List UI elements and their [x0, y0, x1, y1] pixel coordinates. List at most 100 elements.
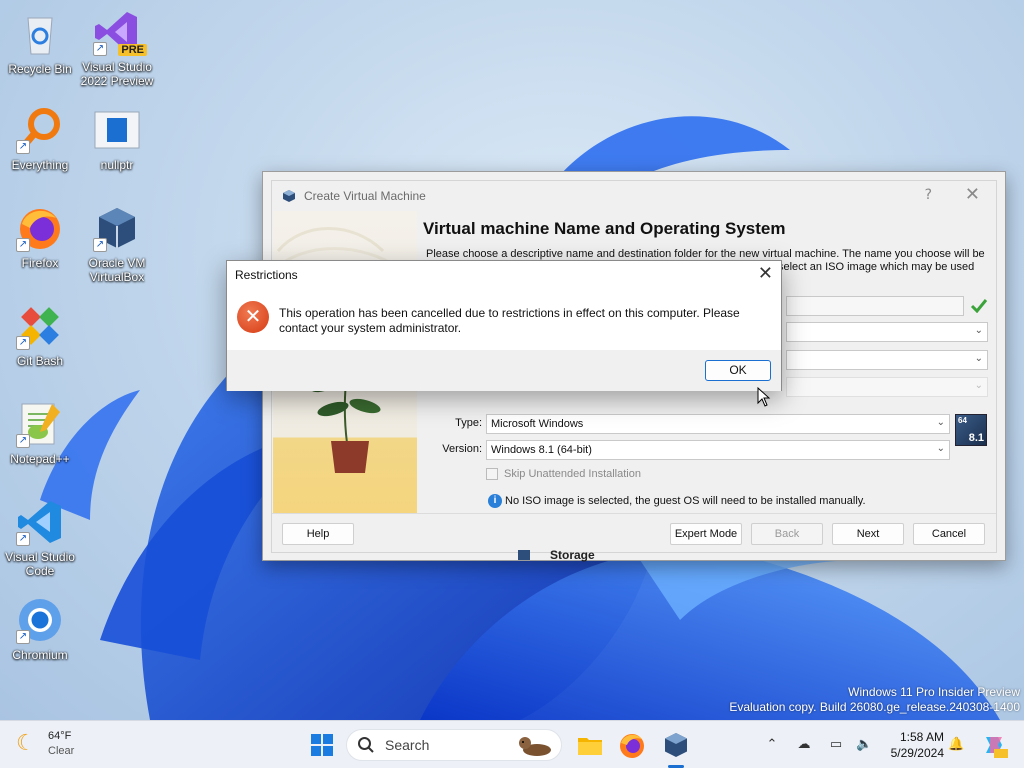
chevron-down-icon: ⌄ — [974, 325, 983, 336]
shortcut-arrow-icon: ↗ — [16, 238, 30, 252]
weather-widget[interactable]: ☾ 64°F Clear — [16, 729, 74, 759]
desktop-icon-oracle-vm-virtualbox[interactable]: ↗ Oracle VM VirtualBox — [77, 204, 157, 284]
taskbar-search-box[interactable]: Search — [346, 729, 562, 761]
name-field[interactable] — [786, 296, 964, 316]
shortcut-arrow-icon: ↗ — [16, 630, 30, 644]
version-row: Version: Windows 8.1 (64-bit) ⌄ — [432, 440, 992, 460]
mouse-cursor-icon — [757, 387, 771, 407]
expert-mode-button[interactable]: Expert Mode — [670, 523, 742, 545]
desktop-icon-nullptr[interactable]: nullptr — [77, 106, 157, 172]
ok-button[interactable]: OK — [705, 360, 771, 381]
chromium-icon: ↗ — [16, 596, 64, 644]
os-badge-version: 8.1 — [968, 432, 984, 444]
git-bash-icon: ↗ — [16, 302, 64, 350]
chevron-down-icon: ⌄ — [936, 443, 945, 454]
vscode-icon: ↗ — [16, 498, 64, 546]
wizard-description-line2: select an ISO image which may be used — [778, 261, 975, 273]
firefox-taskbar-icon[interactable] — [618, 731, 646, 759]
shortcut-arrow-icon: ↗ — [16, 532, 30, 546]
os-badge-bits: 64 — [958, 416, 967, 425]
create-vm-titlebar[interactable]: Create Virtual Machine ? ✕ — [272, 181, 996, 211]
file-explorer-icon[interactable] — [576, 731, 604, 759]
desktop-icon-recycle-bin[interactable]: Recycle Bin — [0, 10, 80, 76]
iso-image-combo[interactable]: ⌄ — [786, 350, 988, 370]
chevron-down-icon: ⌄ — [974, 353, 983, 364]
back-button[interactable]: Back — [751, 523, 823, 545]
windows-start-icon[interactable] — [308, 731, 336, 759]
weather-temp: 64°F — [48, 730, 72, 742]
desktop-icon-label: Chromium — [12, 648, 68, 662]
shortcut-arrow-icon: ↗ — [16, 434, 30, 448]
valid-check-icon — [970, 299, 988, 313]
version-combo-value: Windows 8.1 (64-bit) — [491, 444, 592, 456]
chevron-down-icon: ⌄ — [974, 380, 983, 391]
help-button[interactable]: Help — [282, 523, 354, 545]
restrictions-message-line1: This operation has been cancelled due to… — [279, 306, 740, 320]
shortcut-arrow-icon: ↗ — [93, 238, 107, 252]
desktop-icon-visual-studio-code[interactable]: ↗ Visual Studio Code — [0, 498, 80, 578]
watermark-line-build: Evaluation copy. Build 26080.ge_release.… — [729, 700, 1020, 714]
weather-text: 64°F Clear — [48, 729, 74, 759]
desktop-icon-visual-studio-2022-preview[interactable]: ↗ PRE Visual Studio 2022 Preview — [77, 8, 157, 88]
desktop-icon-label: Visual Studio Code — [5, 550, 75, 578]
type-combo[interactable]: Microsoft Windows ⌄ — [486, 414, 950, 434]
desktop-icon-label: nullptr — [100, 158, 134, 172]
error-icon: ✕ — [237, 301, 269, 333]
iso-note-text: No ISO image is selected, the guest OS w… — [505, 495, 866, 507]
taskbar-clock[interactable]: 1:58 AM 5/29/2024 — [878, 729, 944, 761]
everything-search-icon: ↗ — [16, 106, 64, 154]
next-button[interactable]: Next — [832, 523, 904, 545]
virtualbox-taskbar-icon[interactable] — [662, 731, 690, 759]
close-icon[interactable]: ✕ — [758, 263, 773, 284]
clock-time: 1:58 AM — [899, 730, 944, 744]
desktop-icon-label: Git Bash — [16, 354, 64, 368]
preview-badge: PRE — [118, 44, 147, 56]
desktop-icon-notepad-plus-plus[interactable]: ↗ Notepad++ — [0, 400, 80, 466]
watermark-line-edition: Windows 11 Pro Insider Preview — [848, 685, 1020, 699]
otter-search-highlight-icon — [519, 737, 551, 756]
desktop-icon-label: Firefox — [21, 256, 59, 270]
copilot-preview-icon[interactable] — [980, 731, 1008, 759]
info-icon: i — [488, 494, 502, 508]
restrictions-title: Restrictions — [235, 268, 298, 282]
restrictions-dialog: Restrictions ✕ ✕ This operation has been… — [226, 260, 782, 391]
version-combo[interactable]: Windows 8.1 (64-bit) ⌄ — [486, 440, 950, 460]
desktop-icon-everything[interactable]: ↗ Everything — [0, 106, 80, 172]
search-label: Search — [385, 737, 430, 753]
desktop-icon-firefox[interactable]: ↗ Firefox — [0, 204, 80, 270]
close-icon[interactable]: ✕ — [965, 184, 980, 205]
storage-section-peek: Storage — [518, 548, 595, 562]
desktop-icon-label: Recycle Bin — [8, 62, 72, 76]
shortcut-arrow-icon: ↗ — [16, 336, 30, 350]
desktop-icon-label: Oracle VM VirtualBox — [88, 256, 146, 284]
restrictions-message: This operation has been cancelled due to… — [279, 306, 769, 336]
desktop-icon-chromium[interactable]: ↗ Chromium — [0, 596, 80, 662]
desktop-icon-label: Visual Studio 2022 Preview — [80, 60, 154, 88]
checkbox-box — [486, 468, 498, 480]
storage-icon — [518, 550, 530, 560]
desktop-icon-label: Notepad++ — [10, 452, 70, 466]
taskbar: ☾ 64°F Clear Search ⌃ ☁ ▭ 🔈 1:58 AM 5/29… — [0, 720, 1024, 768]
iso-info-note: i No ISO image is selected, the guest OS… — [488, 494, 866, 508]
cloud-offline-icon[interactable]: ☁ — [796, 737, 812, 753]
notification-bell-icon[interactable]: 🔔 — [948, 737, 964, 753]
shortcut-arrow-icon: ↗ — [16, 140, 30, 154]
help-icon[interactable]: ? — [925, 187, 932, 203]
type-row: Type: Microsoft Windows ⌄ — [432, 414, 992, 434]
skip-unattended-checkbox[interactable]: Skip Unattended Installation — [486, 468, 641, 480]
cancel-button[interactable]: Cancel — [913, 523, 985, 545]
chevron-up-icon[interactable]: ⌃ — [764, 737, 780, 753]
display-icon[interactable]: ▭ — [828, 737, 844, 753]
create-vm-title: Create Virtual Machine — [304, 189, 426, 203]
shortcut-arrow-icon: ↗ — [93, 42, 107, 56]
weather-condition: Clear — [48, 745, 75, 757]
folder-combo[interactable]: ⌄ — [786, 322, 988, 342]
moon-weather-icon: ☾ — [16, 731, 36, 756]
edition-combo: ⌄ — [786, 377, 988, 397]
speaker-icon[interactable]: 🔈 — [856, 737, 872, 753]
desktop-icon-label: Everything — [11, 158, 69, 172]
desktop-icon-git-bash[interactable]: ↗ Git Bash — [0, 302, 80, 368]
clock-date: 5/29/2024 — [890, 746, 944, 760]
nullptr-window-icon — [93, 106, 141, 154]
virtualbox-icon: ↗ — [93, 204, 141, 252]
